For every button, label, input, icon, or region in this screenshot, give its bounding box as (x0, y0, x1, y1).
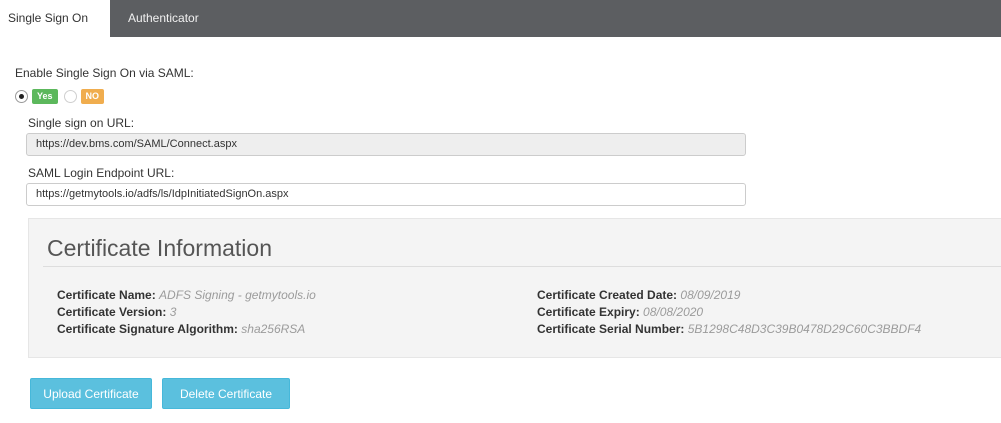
certificate-version: Certificate Version: 3 (57, 305, 176, 319)
certificate-version-label: Certificate Version: (57, 305, 167, 319)
yes-badge[interactable]: Yes (32, 88, 58, 104)
login-endpoint-input[interactable]: https://getmytools.io/adfs/ls/IdpInitiat… (26, 183, 746, 206)
tab-authenticator[interactable]: Authenticator (110, 0, 230, 37)
tab-single-sign-on[interactable]: Single Sign On (0, 0, 110, 37)
sso-url-field: https://dev.bms.com/SAML/Connect.aspx (26, 133, 746, 156)
certificate-panel: Certificate Information Certificate Name… (28, 218, 1001, 358)
no-radio[interactable] (63, 89, 77, 103)
sso-url-label: Single sign on URL: (28, 116, 135, 130)
delete-certificate-button[interactable]: Delete Certificate (162, 378, 290, 409)
certificate-algorithm-value: sha256RSA (241, 322, 306, 336)
login-endpoint-label: SAML Login Endpoint URL: (28, 166, 175, 180)
certificate-serial-label: Certificate Serial Number: (537, 322, 685, 336)
certificate-divider (43, 266, 1001, 267)
upload-certificate-button[interactable]: Upload Certificate (30, 378, 152, 409)
certificate-name-label: Certificate Name: (57, 288, 156, 302)
certificate-algorithm: Certificate Signature Algorithm: sha256R… (57, 322, 305, 336)
enable-saml-label: Enable Single Sign On via SAML: (15, 66, 194, 80)
certificate-created-value: 08/09/2019 (680, 288, 741, 302)
certificate-algorithm-label: Certificate Signature Algorithm: (57, 322, 238, 336)
certificate-name-value: ADFS Signing - getmytools.io (159, 288, 316, 302)
enable-saml-radio-group: Yes NO (15, 88, 105, 104)
certificate-expiry-label: Certificate Expiry: (537, 305, 640, 319)
certificate-version-value: 3 (169, 305, 177, 319)
certificate-name: Certificate Name: ADFS Signing - getmyto… (57, 288, 316, 302)
tab-bar: Single Sign On Authenticator (0, 0, 1001, 37)
certificate-expiry-value: 08/08/2020 (643, 305, 704, 319)
certificate-title: Certificate Information (47, 235, 272, 261)
certificate-serial: Certificate Serial Number: 5B1298C48D3C3… (537, 322, 921, 336)
yes-radio[interactable] (15, 89, 28, 103)
certificate-created-label: Certificate Created Date: (537, 288, 678, 302)
no-badge[interactable]: NO (80, 88, 105, 104)
certificate-serial-value: 5B1298C48D3C39B0478D29C60C3BBDF4 (687, 322, 922, 336)
certificate-created: Certificate Created Date: 08/09/2019 (537, 288, 740, 302)
certificate-expiry: Certificate Expiry: 08/08/2020 (537, 305, 703, 319)
